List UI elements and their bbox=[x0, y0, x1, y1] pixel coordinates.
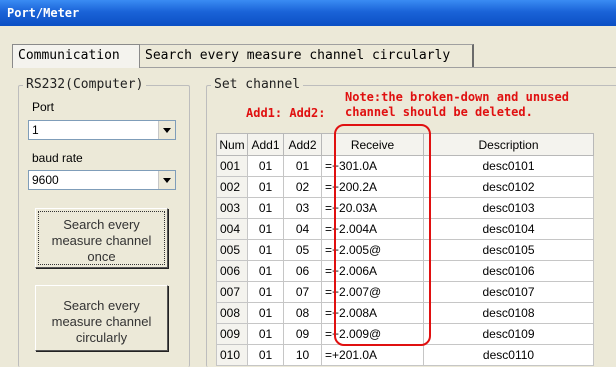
table-row[interactable]: 010 01 10 =+201.0A desc0110 bbox=[216, 344, 594, 366]
cell-add1[interactable]: 01 bbox=[247, 302, 284, 324]
cell-add2[interactable]: 06 bbox=[283, 260, 322, 282]
cell-num[interactable]: 002 bbox=[216, 176, 248, 198]
port-label: Port bbox=[32, 100, 55, 114]
tab-strip: Communication Search every measure chann… bbox=[0, 44, 616, 68]
search-circularly-button[interactable]: Search every measure channel circularly bbox=[35, 285, 168, 351]
cell-num[interactable]: 010 bbox=[216, 344, 248, 366]
cell-description[interactable]: desc0103 bbox=[423, 197, 594, 219]
tab-communication[interactable]: Communication bbox=[12, 44, 140, 68]
cell-add1[interactable]: 01 bbox=[247, 344, 284, 366]
cell-num[interactable]: 003 bbox=[216, 197, 248, 219]
cell-add2[interactable]: 02 bbox=[283, 176, 322, 198]
search-once-button[interactable]: Search every measure channel once bbox=[35, 208, 168, 268]
cell-description[interactable]: desc0110 bbox=[423, 344, 594, 366]
cell-add1[interactable]: 01 bbox=[247, 176, 284, 198]
cell-description[interactable]: desc0104 bbox=[423, 218, 594, 240]
cell-num[interactable]: 004 bbox=[216, 218, 248, 240]
cell-description[interactable]: desc0109 bbox=[423, 323, 594, 345]
cell-add1[interactable]: 01 bbox=[247, 260, 284, 282]
cell-add2[interactable]: 07 bbox=[283, 281, 322, 303]
column-header-description[interactable]: Description bbox=[423, 133, 594, 156]
cell-num[interactable]: 001 bbox=[216, 155, 248, 177]
cell-add1[interactable]: 01 bbox=[247, 218, 284, 240]
column-header-add2[interactable]: Add2 bbox=[283, 133, 322, 156]
cell-add2[interactable]: 04 bbox=[283, 218, 322, 240]
cell-add1[interactable]: 01 bbox=[247, 197, 284, 219]
cell-num[interactable]: 007 bbox=[216, 281, 248, 303]
column-header-add1[interactable]: Add1 bbox=[247, 133, 284, 156]
cell-add1[interactable]: 01 bbox=[247, 155, 284, 177]
cell-description[interactable]: desc0107 bbox=[423, 281, 594, 303]
cell-description[interactable]: desc0102 bbox=[423, 176, 594, 198]
chevron-down-icon[interactable] bbox=[158, 171, 175, 189]
cell-add2[interactable]: 01 bbox=[283, 155, 322, 177]
set-channel-legend: Set channel bbox=[211, 77, 304, 92]
port-value: 1 bbox=[32, 123, 39, 137]
baud-rate-label: baud rate bbox=[32, 151, 83, 165]
column-header-num[interactable]: Num bbox=[216, 133, 248, 156]
cell-description[interactable]: desc0101 bbox=[423, 155, 594, 177]
port-select[interactable]: 1 bbox=[28, 120, 176, 140]
cell-add2[interactable]: 08 bbox=[283, 302, 322, 324]
receive-highlight-box bbox=[334, 124, 431, 346]
cell-num[interactable]: 009 bbox=[216, 323, 248, 345]
cell-add1[interactable]: 01 bbox=[247, 281, 284, 303]
cell-add1[interactable]: 01 bbox=[247, 323, 284, 345]
chevron-down-icon[interactable] bbox=[158, 121, 175, 139]
cell-add2[interactable]: 10 bbox=[283, 344, 322, 366]
cell-num[interactable]: 006 bbox=[216, 260, 248, 282]
cell-description[interactable]: desc0106 bbox=[423, 260, 594, 282]
baud-rate-value: 9600 bbox=[32, 173, 59, 187]
tab-search-circularly[interactable]: Search every measure channel circularly bbox=[140, 44, 474, 68]
cell-receive[interactable]: =+201.0A bbox=[321, 344, 424, 366]
cell-add2[interactable]: 03 bbox=[283, 197, 322, 219]
cell-add2[interactable]: 09 bbox=[283, 323, 322, 345]
baud-rate-select[interactable]: 9600 bbox=[28, 170, 176, 190]
add-headers: Add1: Add2: bbox=[246, 106, 326, 120]
deletion-note: Note:the broken-down and unused channel … bbox=[345, 90, 569, 119]
window-title: Port/Meter bbox=[0, 0, 616, 26]
cell-description[interactable]: desc0108 bbox=[423, 302, 594, 324]
cell-num[interactable]: 008 bbox=[216, 302, 248, 324]
cell-num[interactable]: 005 bbox=[216, 239, 248, 261]
cell-add1[interactable]: 01 bbox=[247, 239, 284, 261]
cell-add2[interactable]: 05 bbox=[283, 239, 322, 261]
rs232-legend: RS232(Computer) bbox=[23, 77, 147, 92]
cell-description[interactable]: desc0105 bbox=[423, 239, 594, 261]
